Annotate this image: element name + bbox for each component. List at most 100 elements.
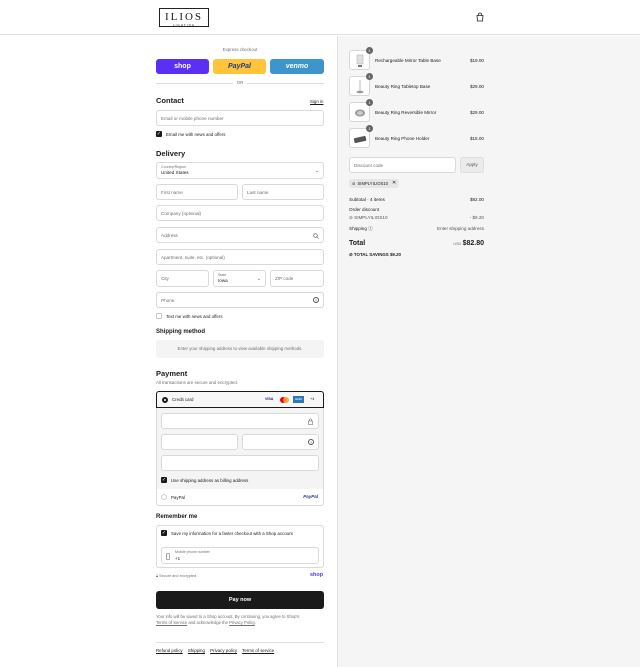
privacy-policy-link[interactable]: Privacy Policy bbox=[229, 620, 255, 625]
phone-icon bbox=[166, 553, 170, 560]
lock-icon bbox=[308, 418, 313, 425]
lock-icon: 🔒︎ bbox=[156, 574, 159, 578]
applied-code: SIMPLYILIOS10 bbox=[357, 181, 388, 186]
venmo-label: venmo bbox=[285, 63, 309, 70]
mirror-base-image bbox=[356, 54, 364, 67]
header: ILIOS LIGHTING bbox=[0, 0, 640, 35]
address-field[interactable]: Address bbox=[156, 227, 324, 243]
legal-end: . bbox=[254, 620, 257, 625]
or-label: OR bbox=[233, 80, 247, 85]
expiry-field[interactable] bbox=[161, 434, 238, 450]
paypal-option-label: PayPal bbox=[171, 495, 185, 500]
total-value: $82.80 bbox=[462, 240, 484, 247]
footer-links: Refund policy Shipping Privacy policy Te… bbox=[156, 648, 278, 653]
quantity-badge: 1 bbox=[366, 125, 373, 132]
radio-unselected[interactable] bbox=[161, 494, 167, 500]
email-placeholder: Email or mobile phone number bbox=[161, 115, 224, 121]
subtotal-row: Subtotal · 4 items $92.00 bbox=[349, 197, 484, 202]
quantity-badge: 1 bbox=[366, 73, 373, 80]
radio-selected[interactable] bbox=[162, 397, 168, 403]
phone-holder-image bbox=[353, 135, 367, 143]
save-info-label: Save my information for a faster checkou… bbox=[171, 531, 293, 536]
security-code-field[interactable]: ? bbox=[242, 434, 319, 450]
legal-and: and acknowledge the bbox=[187, 620, 230, 625]
legal-line: Your info will be saved to a Shop accoun… bbox=[156, 614, 300, 619]
shop-logo: shop bbox=[310, 572, 324, 578]
privacy-policy-footer-link[interactable]: Privacy policy bbox=[210, 648, 237, 653]
order-discount-label: Order discount bbox=[349, 207, 380, 212]
first-name-placeholder: First name bbox=[161, 189, 183, 195]
billing-checkbox[interactable]: ✓ bbox=[161, 477, 167, 483]
shipping-label: Shipping bbox=[349, 226, 367, 231]
secure-note: 🔒︎ Secure and encrypted bbox=[156, 574, 196, 578]
subtotal-value: $92.00 bbox=[469, 197, 484, 202]
tag-icon: ⊘ bbox=[349, 215, 353, 220]
discount-placeholder: Discount code bbox=[354, 162, 384, 168]
credit-card-option[interactable]: Credit card VISA AMEX +4 bbox=[156, 391, 324, 408]
help-icon[interactable]: ? bbox=[308, 439, 314, 445]
news-label: Email me with news and offers bbox=[166, 132, 226, 137]
city-field[interactable]: City bbox=[156, 270, 209, 287]
state-label: State bbox=[218, 273, 227, 277]
company-placeholder: Company (optional) bbox=[161, 210, 202, 216]
news-checkbox[interactable]: ✓ bbox=[156, 131, 162, 137]
name-on-card-field[interactable] bbox=[161, 455, 319, 471]
store-logo[interactable]: ILIOS LIGHTING bbox=[159, 8, 209, 27]
order-discount-row: Order discount bbox=[349, 207, 484, 212]
shipping-row: Shipping ⓘ Enter shipping address bbox=[349, 226, 484, 232]
product-name: Beauty Ring Tabletop Base bbox=[375, 84, 431, 89]
shipping-method-heading: Shipping method bbox=[156, 329, 205, 335]
shop-pay-label: shop bbox=[174, 63, 191, 70]
zip-placeholder: ZIP code bbox=[275, 276, 294, 281]
subtotal-label: Subtotal · 4 items bbox=[349, 197, 385, 202]
paypal-button[interactable]: PayPal bbox=[213, 59, 266, 74]
last-name-placeholder: Last name bbox=[247, 189, 269, 195]
remember-me-heading: Remember me bbox=[156, 514, 198, 520]
shopping-bag-icon[interactable] bbox=[475, 12, 485, 22]
paypal-option[interactable]: PayPal PayPal bbox=[157, 489, 323, 505]
country-label: Country/Region bbox=[161, 165, 186, 169]
remove-discount-icon[interactable]: ✕ bbox=[392, 179, 396, 188]
shipping-link[interactable]: Shipping bbox=[188, 648, 205, 653]
state-value: Iowa bbox=[218, 278, 228, 283]
apartment-field[interactable]: Apartment, suite, etc. (optional) bbox=[156, 249, 324, 265]
express-checkout-title: Express checkout bbox=[222, 47, 258, 52]
last-name-field[interactable]: Last name bbox=[242, 184, 324, 200]
sign-in-link[interactable]: Sign in bbox=[310, 99, 323, 104]
email-field[interactable]: Email or mobile phone number bbox=[156, 110, 324, 126]
apply-button[interactable]: Apply bbox=[460, 157, 484, 173]
help-icon[interactable]: ? bbox=[313, 297, 319, 303]
terms-of-service-footer-link[interactable]: Terms of service bbox=[242, 648, 274, 653]
venmo-button[interactable]: venmo bbox=[270, 59, 324, 74]
zip-field[interactable]: ZIP code bbox=[270, 270, 324, 287]
discount-code-row: ⊘ SIMPLYILIOS10 - $9.20 bbox=[349, 215, 484, 221]
mobile-phone-field[interactable]: Mobile phone number +1 bbox=[161, 547, 319, 564]
refund-policy-link[interactable]: Refund policy bbox=[156, 648, 183, 653]
pay-now-button[interactable]: Pay now bbox=[156, 591, 324, 609]
text-offers-label: Text me with news and offers bbox=[166, 314, 223, 319]
terms-of-service-link[interactable]: Terms of Service bbox=[156, 620, 187, 625]
company-field[interactable]: Company (optional) bbox=[156, 205, 324, 221]
product-name: Beauty Ring Phone Holder bbox=[375, 136, 430, 141]
logo-subtext: LIGHTING bbox=[172, 23, 196, 27]
text-offers-checkbox[interactable] bbox=[156, 313, 162, 319]
first-name-field[interactable]: First name bbox=[156, 184, 238, 200]
state-select[interactable]: State Iowa ⌄ bbox=[213, 270, 266, 287]
discount-code-label: SIMPLYILIOS10 bbox=[354, 215, 388, 220]
country-select[interactable]: Country/Region United States ⌄ bbox=[156, 162, 324, 179]
save-info-checkbox[interactable]: ✓ bbox=[161, 530, 167, 536]
payment-heading: Payment bbox=[156, 369, 188, 378]
visa-icon: VISA bbox=[265, 397, 274, 401]
discount-code-field[interactable]: Discount code bbox=[349, 157, 456, 173]
phone-field[interactable]: Phone ? bbox=[156, 292, 324, 308]
legal-text: Your info will be saved to a Shop accoun… bbox=[156, 614, 324, 626]
city-placeholder: City bbox=[161, 276, 169, 281]
logo-text: ILIOS bbox=[164, 11, 204, 23]
card-number-field[interactable] bbox=[161, 413, 319, 429]
shop-pay-button[interactable]: shop bbox=[156, 59, 209, 74]
paypal-label: PayPal bbox=[228, 63, 251, 70]
total-label: Total bbox=[349, 240, 366, 247]
info-icon[interactable]: ⓘ bbox=[368, 226, 373, 231]
product-name: Rechargeable Mirror Table Base bbox=[375, 58, 441, 63]
currency-label: USD bbox=[453, 242, 462, 246]
